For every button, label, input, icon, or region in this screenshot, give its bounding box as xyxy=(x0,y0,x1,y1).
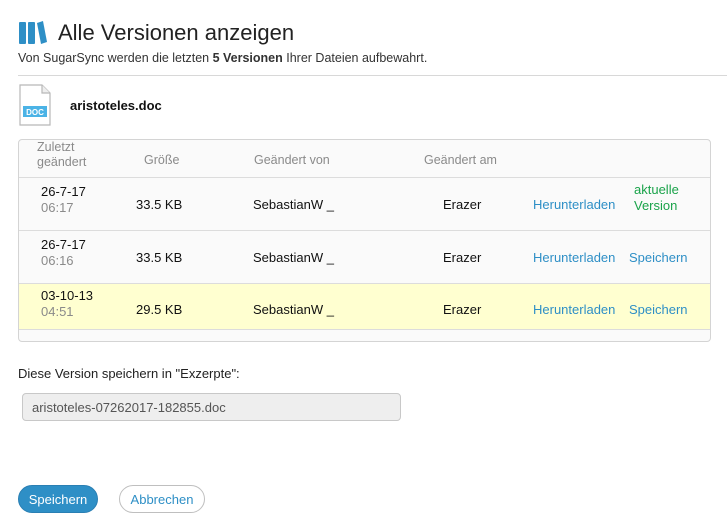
subtitle-prefix: Von SugarSync werden die letzten xyxy=(18,51,213,65)
header-divider xyxy=(18,75,727,76)
current-version-line1: aktuelle xyxy=(634,182,679,197)
row-changed-on: Erazer xyxy=(443,302,482,317)
header-last-changed-line2: geändert xyxy=(37,155,87,169)
header-last-changed: Zuletzt geändert xyxy=(37,140,86,170)
table-row-selected[interactable]: 03-10-13 04:51 29.5 KB SebastianW _ Eraz… xyxy=(19,283,710,330)
row-time: 06:16 xyxy=(41,253,74,268)
header-changed-on: Geändert am xyxy=(424,153,497,167)
download-link[interactable]: Herunterladen xyxy=(533,250,615,266)
current-version-label: aktuelle Version xyxy=(634,182,679,214)
book-icon xyxy=(19,21,47,44)
row-changed-by: SebastianW _ xyxy=(253,250,334,265)
download-link[interactable]: Herunterladen xyxy=(533,302,615,318)
save-link[interactable]: Speichern xyxy=(629,250,688,266)
header-size: Größe xyxy=(144,153,180,167)
row-date: 03-10-13 xyxy=(41,288,94,303)
row-changed-on: Erazer xyxy=(443,250,482,265)
versions-table: Zuletzt geändert Größe Geändert von Geänd… xyxy=(18,139,711,342)
dialog-subtitle: Von SugarSync werden die letzten 5 Versi… xyxy=(18,51,427,65)
table-header: Zuletzt geändert Größe Geändert von Geänd… xyxy=(19,140,710,178)
row-time: 04:51 xyxy=(41,304,74,319)
row-time: 06:17 xyxy=(41,200,74,215)
current-version-line2: Version xyxy=(634,198,678,213)
subtitle-suffix: Ihrer Dateien aufbewahrt. xyxy=(282,51,428,65)
doc-icon-label: DOC xyxy=(26,108,44,117)
row-date: 26-7-17 xyxy=(41,237,86,252)
cancel-button[interactable]: Abbrechen xyxy=(119,485,205,513)
dialog-header: Alle Versionen anzeigen xyxy=(18,18,294,48)
file-name: aristoteles.doc xyxy=(70,97,162,113)
save-location-label: Diese Version speichern in "Exzerpte": xyxy=(18,366,240,381)
doc-file-icon: DOC xyxy=(19,84,51,126)
row-size: 29.5 KB xyxy=(136,302,183,317)
table-row: 26-7-17 06:17 33.5 KB SebastianW _ Eraze… xyxy=(19,177,710,230)
header-last-changed-line1: Zuletzt xyxy=(37,140,75,154)
header-changed-by: Geändert von xyxy=(254,153,330,167)
file-info: DOC aristoteles.doc xyxy=(18,84,162,126)
table-row: 26-7-17 06:16 33.5 KB SebastianW _ Eraze… xyxy=(19,230,710,283)
row-changed-on: Erazer xyxy=(443,197,482,212)
row-size: 33.5 KB xyxy=(136,197,183,212)
row-changed-by: SebastianW _ xyxy=(253,302,334,317)
row-changed-by: SebastianW _ xyxy=(253,197,334,212)
dialog-title: Alle Versionen anzeigen xyxy=(58,20,295,45)
filename-input[interactable] xyxy=(22,393,401,421)
row-size: 33.5 KB xyxy=(136,250,183,265)
subtitle-version-count: 5 Versionen xyxy=(212,51,283,65)
save-button[interactable]: Speichern xyxy=(18,485,98,513)
download-link[interactable]: Herunterladen xyxy=(533,197,615,213)
row-date: 26-7-17 xyxy=(41,184,86,199)
save-link[interactable]: Speichern xyxy=(629,302,688,318)
